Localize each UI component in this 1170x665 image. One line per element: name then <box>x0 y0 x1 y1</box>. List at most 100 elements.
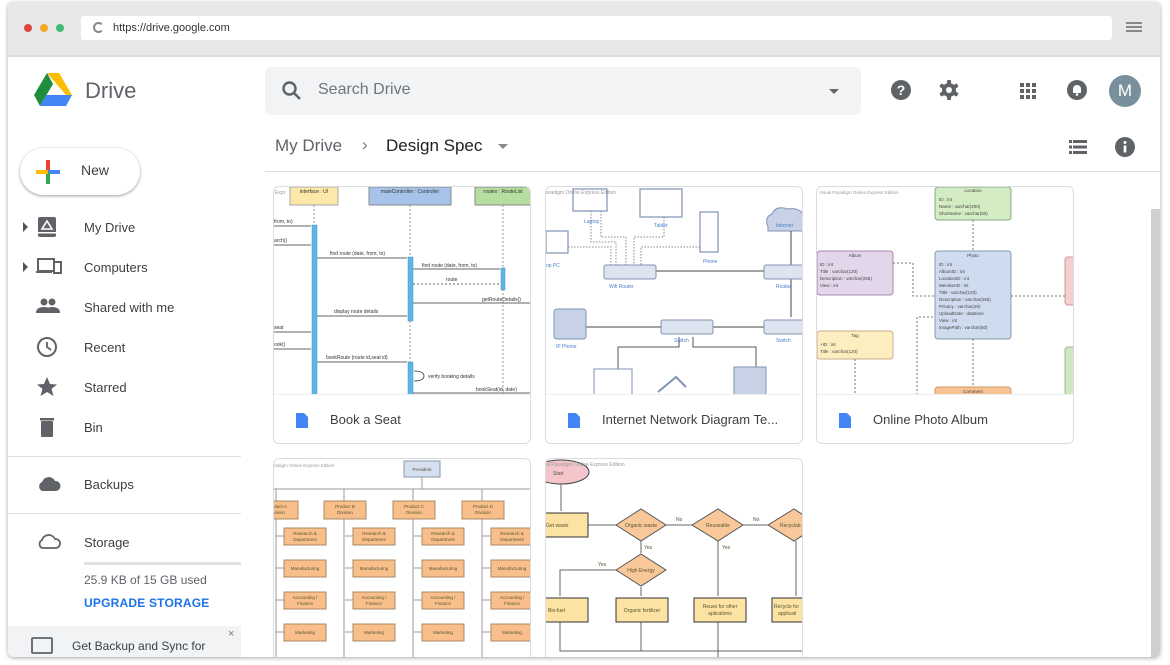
trash-icon <box>36 417 60 437</box>
org-node-label: Finance <box>297 601 314 606</box>
thumb-watermark: aradigm Online Express Edition <box>546 190 616 196</box>
flow-node-label: Get waste <box>546 523 569 529</box>
message-label: route <box>446 277 458 283</box>
entity-field: Title : varchar(120) <box>939 290 977 295</box>
thumb-watermark: radigm Online Express Edition <box>274 463 335 468</box>
drive-logo-icon[interactable] <box>34 73 72 112</box>
sidebar-item-starred[interactable]: Starred <box>8 367 248 407</box>
lifeline-label: routes : RouteList <box>483 189 523 195</box>
sidebar-item-backups[interactable]: Backups <box>8 464 241 504</box>
org-node-label: Department <box>431 537 455 542</box>
address-bar[interactable]: https://drive.google.com <box>81 16 1112 40</box>
minimize-window-button[interactable] <box>40 24 48 32</box>
org-node-label: President <box>412 467 432 472</box>
computers-icon <box>36 257 62 277</box>
maximize-window-button[interactable] <box>56 24 64 32</box>
file-name: Internet Network Diagram Te... <box>602 412 779 427</box>
search-options-icon[interactable] <box>829 89 839 94</box>
promo-text: Get Backup and Sync for <box>72 639 206 653</box>
org-node-label: Manufacturing <box>498 566 527 571</box>
apps-grid-icon[interactable] <box>1020 83 1036 104</box>
search-input[interactable]: Search Drive <box>265 67 861 115</box>
entity-field: View : int <box>820 283 839 288</box>
flow-edge-label: No <box>753 517 760 523</box>
thumb-watermark: Expr <box>275 190 286 196</box>
sidebar-item-recent[interactable]: Recent <box>8 327 248 367</box>
breadcrumb-my-drive[interactable]: My Drive <box>275 136 342 156</box>
message-label: find route (date, from, to) <box>330 251 385 257</box>
node-label: Phone <box>703 259 718 265</box>
file-card[interactable]: Visual Paradigm Online Express Edition L… <box>816 186 1074 444</box>
backup-sync-promo[interactable]: Get Backup and Sync for × <box>8 626 241 657</box>
entity-title: Photo <box>967 253 979 258</box>
document-icon <box>568 413 580 433</box>
settings-icon[interactable] <box>938 79 960 106</box>
org-node-label: Accounting / <box>500 595 526 600</box>
flow-edge-label: Yes <box>598 562 607 568</box>
flow-node-label: Reuse for other <box>703 604 738 610</box>
flow-node-label: High Energy <box>627 568 655 574</box>
sidebar-item-computers[interactable]: Computers <box>8 247 248 287</box>
lifeline-label: interface : UI <box>300 189 328 195</box>
file-thumbnail: Expr interface : UI mainController : Con… <box>274 187 530 395</box>
content-divider <box>265 171 1160 172</box>
entity-field: ID : int <box>939 197 953 202</box>
flow-node-label: Organic waste <box>625 523 657 529</box>
expand-arrow-icon[interactable] <box>23 222 28 232</box>
search-icon[interactable] <box>281 80 303 107</box>
sidebar-item-shared-with-me[interactable]: Shared with me <box>8 287 248 327</box>
message-label: arch() <box>274 238 287 244</box>
close-icon[interactable]: × <box>228 628 234 640</box>
sidebar-divider <box>8 513 241 514</box>
org-node-label: Accounting / <box>362 595 388 600</box>
search-placeholder: Search Drive <box>318 81 411 98</box>
node-label: Switch <box>776 338 791 344</box>
file-thumbnail: Visual Paradigm Online Express Edition L… <box>817 187 1073 395</box>
message-label: bookRoute (route id,seat id) <box>326 355 388 361</box>
org-node-label: Division <box>406 510 422 515</box>
new-button-label: New <box>81 162 110 178</box>
list-view-icon[interactable] <box>1069 140 1087 159</box>
org-node-label: Product D <box>473 504 494 509</box>
org-node-label: Manufacturing <box>429 566 458 571</box>
close-window-button[interactable] <box>24 24 32 32</box>
entity-field: MemberID : int <box>939 283 969 288</box>
sidebar-item-bin[interactable]: Bin <box>8 407 248 447</box>
url-text: https://drive.google.com <box>113 22 230 34</box>
file-card[interactable]: radigm Online Express Edition President … <box>273 458 531 657</box>
entity-title: Tag <box>851 333 859 338</box>
drive-app: Drive Search Drive ? M New My Drive Comp… <box>8 59 1160 657</box>
org-node-label: Research & <box>293 531 317 536</box>
thumb-watermark: Visual Paradigm Online Express Edition <box>819 190 899 195</box>
sidebar-item-label: Bin <box>84 420 103 435</box>
message-label: display route details <box>334 309 379 315</box>
upgrade-storage-link[interactable]: UPGRADE STORAGE <box>84 596 209 610</box>
entity-field: Shortname : varchar(50) <box>939 211 988 216</box>
help-icon[interactable]: ? <box>890 79 912 106</box>
org-node-label: Finance <box>366 601 383 606</box>
info-icon[interactable] <box>1115 137 1135 162</box>
file-card[interactable]: aradigm Online Express Edition Laptop Ta… <box>545 186 803 444</box>
folder-menu-caret-icon[interactable] <box>498 144 508 149</box>
reload-icon[interactable] <box>93 22 104 33</box>
org-node-label: Marketing <box>502 630 522 635</box>
file-card[interactable]: Expr interface : UI mainController : Con… <box>273 186 531 444</box>
expand-arrow-icon[interactable] <box>23 262 28 272</box>
org-node-label: Accounting / <box>293 595 319 600</box>
svg-text:?: ? <box>897 82 906 98</box>
storage-usage-text: 25.9 KB of 15 GB used <box>84 573 207 587</box>
breadcrumb-current-folder[interactable]: Design Spec <box>386 136 482 156</box>
org-node-label: Division <box>475 510 491 515</box>
account-avatar[interactable]: M <box>1109 75 1141 107</box>
entity-field: ID : int <box>939 262 953 267</box>
sidebar-item-my-drive[interactable]: My Drive <box>8 207 248 247</box>
my-drive-icon <box>36 217 60 237</box>
sidebar-item-storage[interactable]: Storage <box>8 522 241 562</box>
browser-menu-icon[interactable] <box>1126 22 1142 34</box>
node-label: IP Phone <box>556 344 577 350</box>
org-node-label: Manufacturing <box>360 566 389 571</box>
new-button[interactable]: New <box>20 148 140 195</box>
notifications-icon[interactable] <box>1066 79 1088 106</box>
scrollbar[interactable] <box>1151 209 1160 657</box>
file-card[interactable]: al Paradigm Online Express Edition Start… <box>545 458 803 657</box>
